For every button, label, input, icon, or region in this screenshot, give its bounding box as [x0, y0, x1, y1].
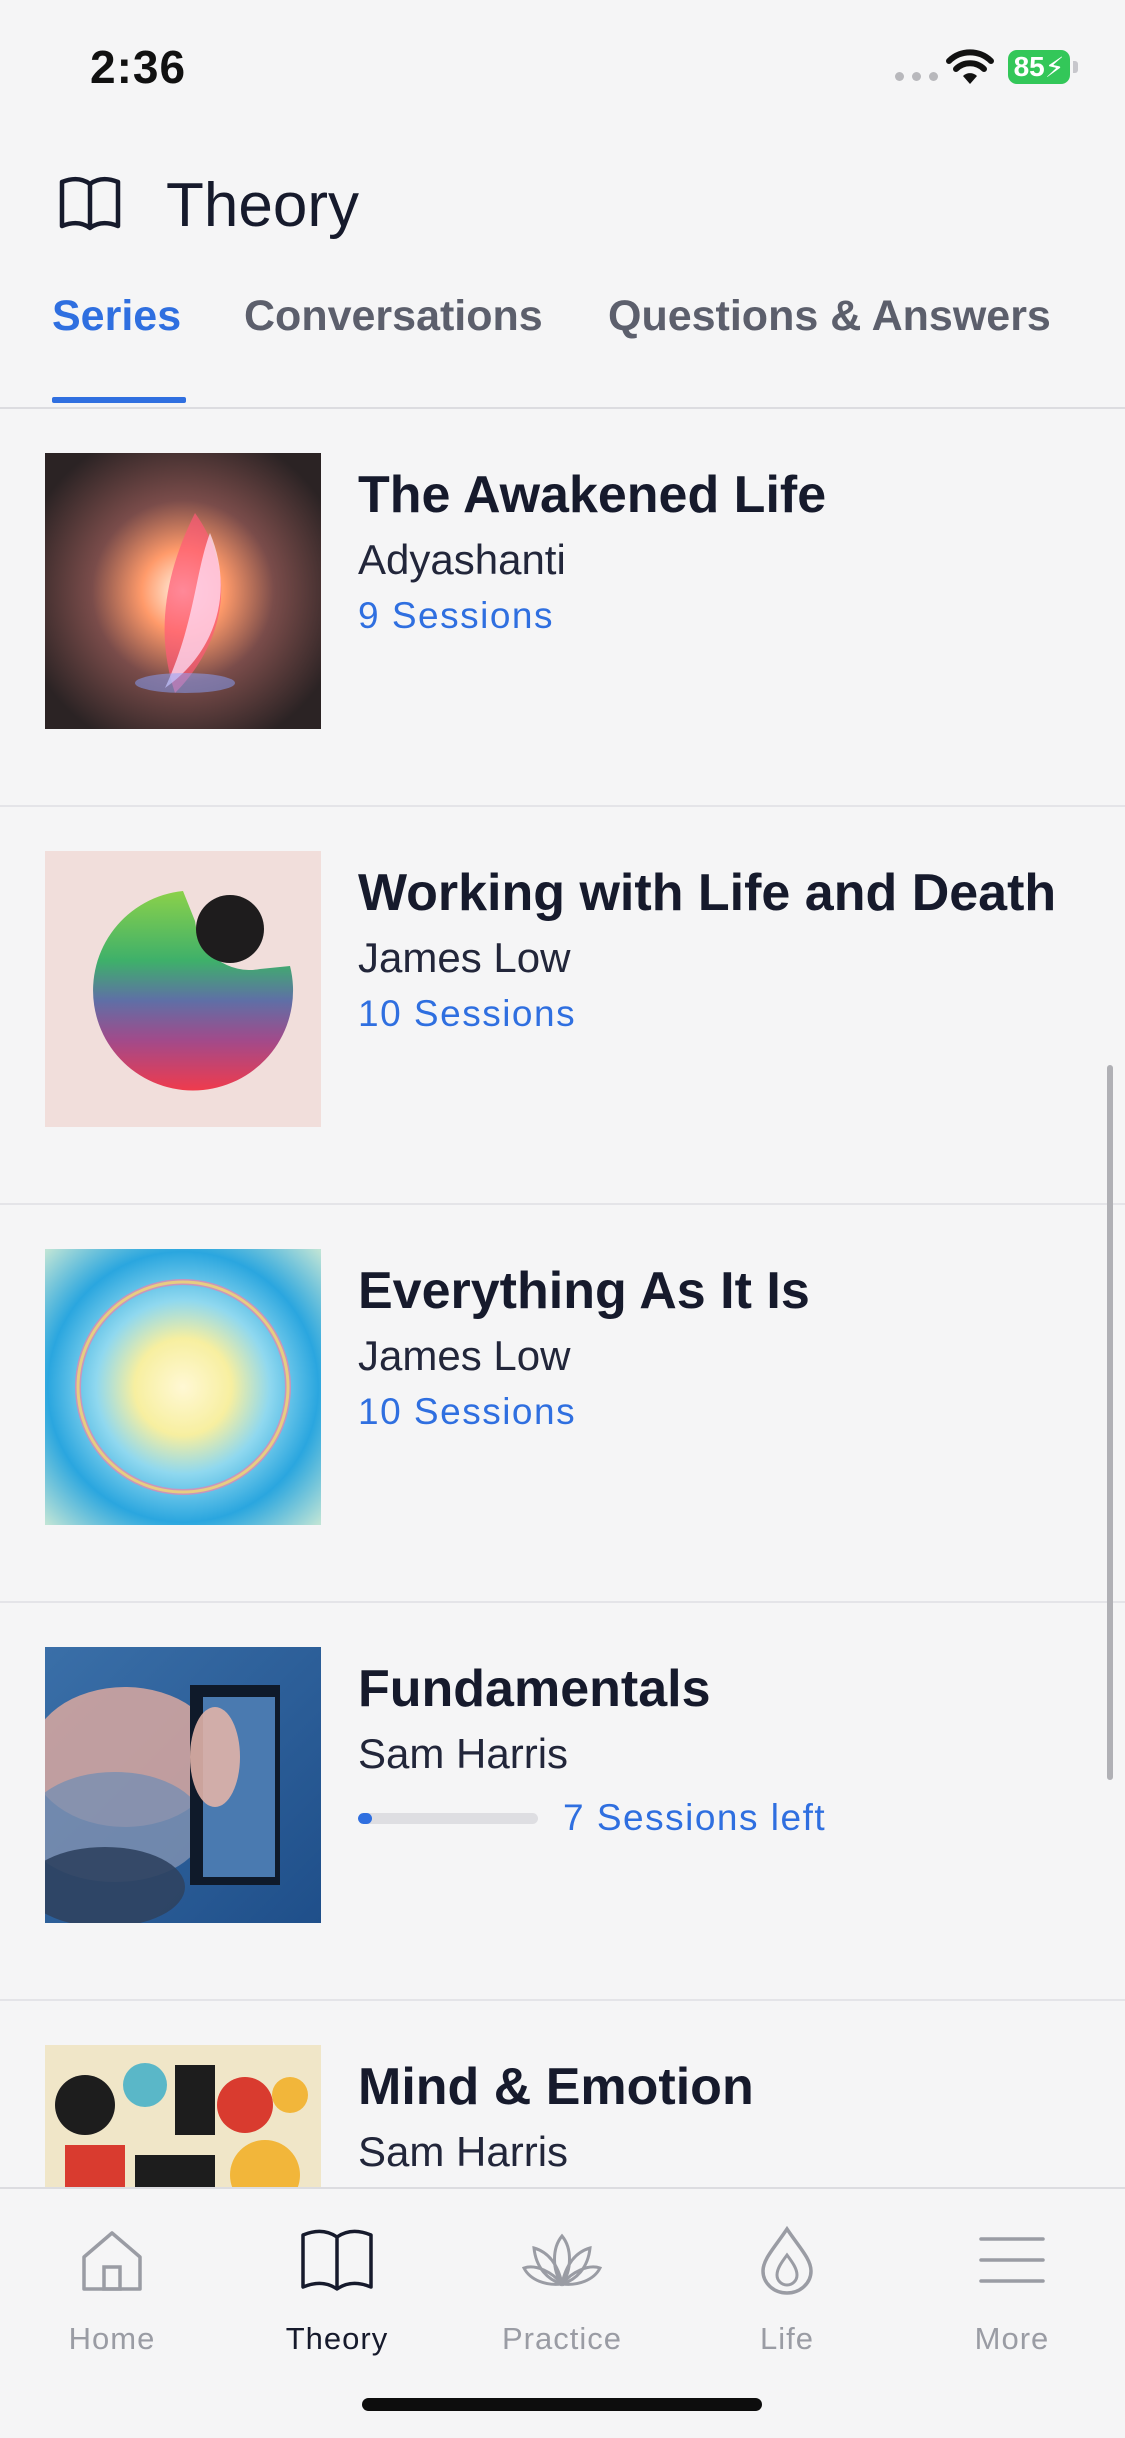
series-title: Working with Life and Death [358, 864, 1057, 922]
status-bar: 2:36 85 ⚡ [0, 0, 1125, 130]
series-item-working-with-life-and-death[interactable]: Working with Life and Death James Low 10… [0, 807, 1125, 1205]
tabbar-label: Life [760, 2321, 814, 2356]
book-open-icon [301, 2229, 373, 2291]
status-time: 2:36 [90, 41, 187, 93]
page-header: Theory [0, 160, 1125, 260]
series-artwork [45, 851, 321, 1127]
tabbar-practice[interactable]: Practice [462, 2221, 662, 2357]
active-tab-indicator [52, 397, 186, 403]
series-session-count: 10 Sessions [358, 1391, 577, 1432]
series-author: Sam Harris [358, 2128, 569, 2175]
tabbar-more[interactable]: More [912, 2221, 1112, 2357]
tabbar-home[interactable]: Home [12, 2221, 212, 2357]
tab-questions-answers[interactable]: Questions & Answers [608, 292, 1051, 341]
series-author: James Low [358, 1332, 571, 1379]
series-item-everything-as-it-is[interactable]: Everything As It Is James Low 10 Session… [0, 1205, 1125, 1603]
series-item-fundamentals[interactable]: Fundamentals Sam Harris 7 Sessions left [0, 1603, 1125, 2001]
series-artwork [45, 453, 321, 729]
series-author: James Low [358, 934, 571, 981]
tabbar-label: Practice [502, 2321, 622, 2356]
menu-icon [979, 2237, 1045, 2283]
series-title: Everything As It Is [358, 1262, 810, 1320]
tab-series[interactable]: Series [52, 292, 181, 341]
tabbar-label: Home [68, 2321, 156, 2356]
series-session-count: 9 Sessions [358, 595, 554, 636]
battery-level: 85 [1013, 51, 1045, 82]
wifi-icon [946, 49, 994, 84]
sessions-left-label: 7 Sessions left [563, 1797, 827, 1838]
tab-conversations[interactable]: Conversations [244, 292, 543, 341]
series-progress: 7 Sessions left [358, 1797, 1095, 1839]
series-artwork [45, 2045, 321, 2187]
progress-bar [358, 1812, 538, 1824]
series-title: The Awakened Life [358, 466, 827, 524]
book-open-icon [59, 177, 121, 231]
tabbar-label: More [974, 2321, 1050, 2356]
series-artwork [45, 1249, 321, 1525]
segment-tabs: Series Conversations Questions & Answers [0, 292, 1125, 409]
series-list[interactable]: The Awakened Life Adyashanti 9 Sessions [0, 409, 1125, 2187]
home-indicator [362, 2398, 762, 2411]
series-title: Mind & Emotion [358, 2058, 754, 2116]
series-title: Fundamentals [358, 1660, 711, 1718]
signal-dots-icon [895, 72, 938, 81]
series-item-awakened-life[interactable]: The Awakened Life Adyashanti 9 Sessions [0, 409, 1125, 807]
tabbar-theory[interactable]: Theory [237, 2221, 437, 2357]
series-item-mind-emotion[interactable]: Mind & Emotion Sam Harris [0, 2001, 1125, 2187]
battery-icon: 85 ⚡ [1008, 50, 1070, 84]
series-session-count: 10 Sessions [358, 993, 577, 1034]
tabbar-label: Theory [285, 2321, 389, 2356]
page-title: Theory [166, 171, 359, 240]
drop-icon [761, 2225, 813, 2295]
progress-fill [358, 1812, 373, 1824]
lotus-icon [522, 2233, 602, 2287]
series-author: Adyashanti [358, 536, 566, 583]
tabbar-life[interactable]: Life [687, 2221, 887, 2357]
series-artwork [45, 1647, 321, 1923]
home-icon [82, 2231, 142, 2291]
scrollbar[interactable] [1107, 1065, 1113, 1780]
series-author: Sam Harris [358, 1730, 569, 1777]
